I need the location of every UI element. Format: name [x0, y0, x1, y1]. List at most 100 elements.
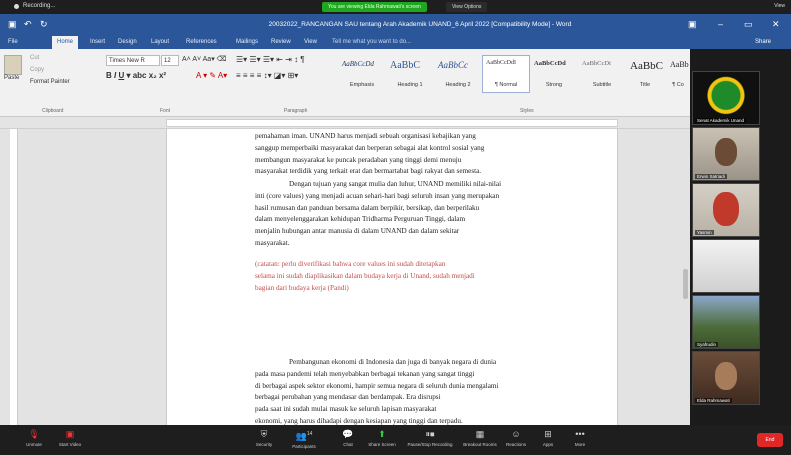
text-line: Dengan tujuan yang sangat mulia dan luhu… — [289, 180, 502, 188]
text-line: selama ini sudah diaplikasikan dalam bud… — [255, 271, 475, 280]
share-button[interactable]: Share — [755, 39, 771, 45]
undo-icon[interactable]: ↶ — [24, 19, 32, 30]
word-title-bar: ▣ ↶ ↻ 20032022_RANCANGAN SAU tentang Ara… — [0, 14, 791, 36]
style-name: Heading 1 — [397, 82, 423, 88]
style-strong[interactable]: AaBbCcDd Strong — [530, 55, 578, 93]
toolbar-label: Pause/Stop Recording — [407, 442, 453, 447]
participant-tile[interactable]: Erwin Satriadi — [692, 127, 760, 181]
participant-name: Yasmin — [695, 230, 714, 235]
view-button[interactable]: View — [774, 3, 785, 9]
start-video-button[interactable]: ▣ Start Video — [50, 428, 90, 447]
toolbar-label: Apps — [542, 442, 554, 447]
style-normal[interactable]: AaBbCcDdI ¶ Normal — [482, 55, 530, 93]
participant-name: Elda Rahmawati — [695, 398, 732, 403]
zoom-toolbar: 🎙 Unmute ▣ Start Video ⛨ Security 👥14 Partic… — [0, 425, 791, 455]
style-sample: AaBbCcDdI — [486, 60, 516, 66]
participant-tile[interactable]: Syafrudin — [692, 295, 760, 349]
pause-recording-button[interactable]: ⏸⏹ Pause/Stop Recording — [404, 428, 456, 447]
horizontal-ruler[interactable] — [0, 117, 690, 129]
minimize-icon[interactable]: – — [718, 19, 723, 29]
view-options-button[interactable]: View Options — [446, 2, 488, 12]
tab-home[interactable]: Home — [52, 36, 79, 49]
tab-insert[interactable]: Insert — [90, 39, 105, 45]
text-line: pada masa pandemi telah menyebabkan berb… — [255, 369, 475, 378]
tab-design[interactable]: Design — [118, 39, 137, 45]
recording-indicator[interactable]: Recording... — [14, 3, 55, 9]
style-sample: AaBbC — [390, 60, 420, 71]
bold-italic-underline-buttons[interactable]: B I U ▾ abc x₂ x² — [106, 71, 166, 80]
participant-name: Erwin Satriadi — [695, 174, 727, 179]
font-color-icons[interactable]: A ▾ ✎ A▾ — [196, 71, 227, 80]
text-line: hasil rumusan dan panduan bersama dalam … — [255, 203, 480, 212]
participant-gallery: Senat Akademik Unand Erwin Satriadi Yasm… — [690, 49, 791, 425]
tab-file[interactable]: File — [8, 39, 18, 45]
save-icon[interactable]: ▣ — [8, 19, 17, 30]
end-meeting-button[interactable]: End — [757, 433, 783, 447]
security-button[interactable]: ⛨ Security — [244, 428, 284, 447]
text-line: membangun masyarakat ke puncak peradaban… — [255, 155, 462, 164]
style-emphasis[interactable]: AaBbCcDd Emphasis — [338, 55, 386, 93]
paste-label: Paste — [4, 75, 20, 81]
toolbar-label: More — [574, 442, 586, 447]
breakout-rooms-button[interactable]: ▦ Breakout Rooms — [460, 428, 500, 447]
style-more[interactable]: AaBbC ¶ Co — [666, 55, 690, 93]
redo-icon[interactable]: ↻ — [40, 19, 48, 30]
style-name: Subtitle — [592, 82, 612, 88]
style-heading1[interactable]: AaBbC Heading 1 — [386, 55, 434, 93]
tab-layout[interactable]: Layout — [151, 39, 169, 45]
participant-name: Senat Akademik Unand — [695, 118, 747, 123]
alignment-buttons[interactable]: ≡ ≡ ≡ ≡ ↕▾ ◪▾ ⊞▾ — [236, 71, 298, 80]
tab-review[interactable]: Review — [271, 39, 291, 45]
document-page[interactable]: pemahaman iman. UNAND harus menjadi sebu… — [166, 129, 618, 425]
format-painter-button[interactable]: Format Painter — [30, 79, 70, 85]
participant-tile[interactable]: Elda Rahmawati — [692, 351, 760, 405]
participants-button[interactable]: 👥14 Participants — [284, 428, 324, 449]
breakout-icon: ▦ — [475, 429, 485, 439]
paste-button[interactable]: Paste — [4, 55, 22, 81]
tab-view[interactable]: View — [304, 39, 317, 45]
toolbar-label: Breakout Rooms — [463, 442, 497, 447]
font-name-select[interactable]: Times New R — [106, 55, 160, 66]
more-button[interactable]: ••• More — [560, 428, 600, 447]
share-screen-button[interactable]: ⬆ Share Screen — [362, 428, 402, 447]
participant-face — [713, 192, 739, 226]
tab-references[interactable]: References — [186, 39, 217, 45]
tab-mailings[interactable]: Mailings — [236, 39, 258, 45]
participant-tile[interactable]: Yasmin — [692, 183, 760, 237]
scroll-thumb[interactable] — [683, 269, 688, 299]
participants-icon: 👥14 — [295, 431, 313, 441]
style-name: Heading 2 — [445, 82, 471, 88]
paragraph-1: pemahaman iman. UNAND harus menjadi sebu… — [255, 131, 567, 178]
font-grow-shrink-icons[interactable]: A˄ A˅ Aa▾ ⌫ — [182, 55, 227, 63]
cut-button[interactable]: Cut — [30, 55, 39, 61]
list-buttons[interactable]: ☰▾ ☰▾ ☰▾ ⇤ ⇥ ↕ ¶ — [236, 55, 305, 64]
unmute-button[interactable]: 🎙 Unmute — [14, 428, 54, 447]
toolbar-label: Chat — [343, 442, 353, 447]
text-line: menjalin hubungan antar manusia di dalam… — [255, 227, 460, 236]
style-title[interactable]: AaBbC Title — [626, 55, 664, 93]
record-dot-icon — [14, 3, 19, 9]
text-line: berbagai perubahan yang mendasar dan ber… — [255, 393, 441, 402]
close-icon[interactable]: ✕ — [772, 19, 780, 30]
participant-face — [715, 362, 737, 390]
zoom-top-bar: Recording... You are viewing Elda Rahmaw… — [0, 0, 791, 14]
toolbar-label: Start Video — [58, 442, 82, 447]
style-subtitle[interactable]: AaBbCcDt Subtitle — [578, 55, 626, 93]
copy-button[interactable]: Copy — [30, 67, 44, 73]
paste-icon — [4, 55, 22, 75]
toolbar-label: Share Screen — [368, 442, 396, 447]
ribbon-display-icon[interactable]: ▣ — [688, 19, 697, 30]
participant-tile[interactable]: Senat Akademik Unand — [692, 71, 760, 125]
font-size-select[interactable]: 12 — [161, 55, 179, 66]
vertical-ruler[interactable] — [10, 129, 18, 425]
participants-count: 14 — [306, 431, 313, 437]
style-name: Emphasis — [349, 82, 375, 88]
ribbon-home: Paste Cut Copy Format Painter Clipboard … — [0, 49, 690, 117]
restore-icon[interactable]: ▭ — [744, 19, 753, 30]
style-sample: AaBbCcDd — [342, 60, 374, 68]
style-heading2[interactable]: AaBbCc Heading 2 — [434, 55, 482, 93]
vertical-scrollbar[interactable] — [681, 129, 690, 425]
recording-label: Recording... — [23, 3, 56, 9]
tell-me-search[interactable]: Tell me what you want to do... — [332, 39, 411, 45]
participant-tile[interactable] — [692, 239, 760, 293]
